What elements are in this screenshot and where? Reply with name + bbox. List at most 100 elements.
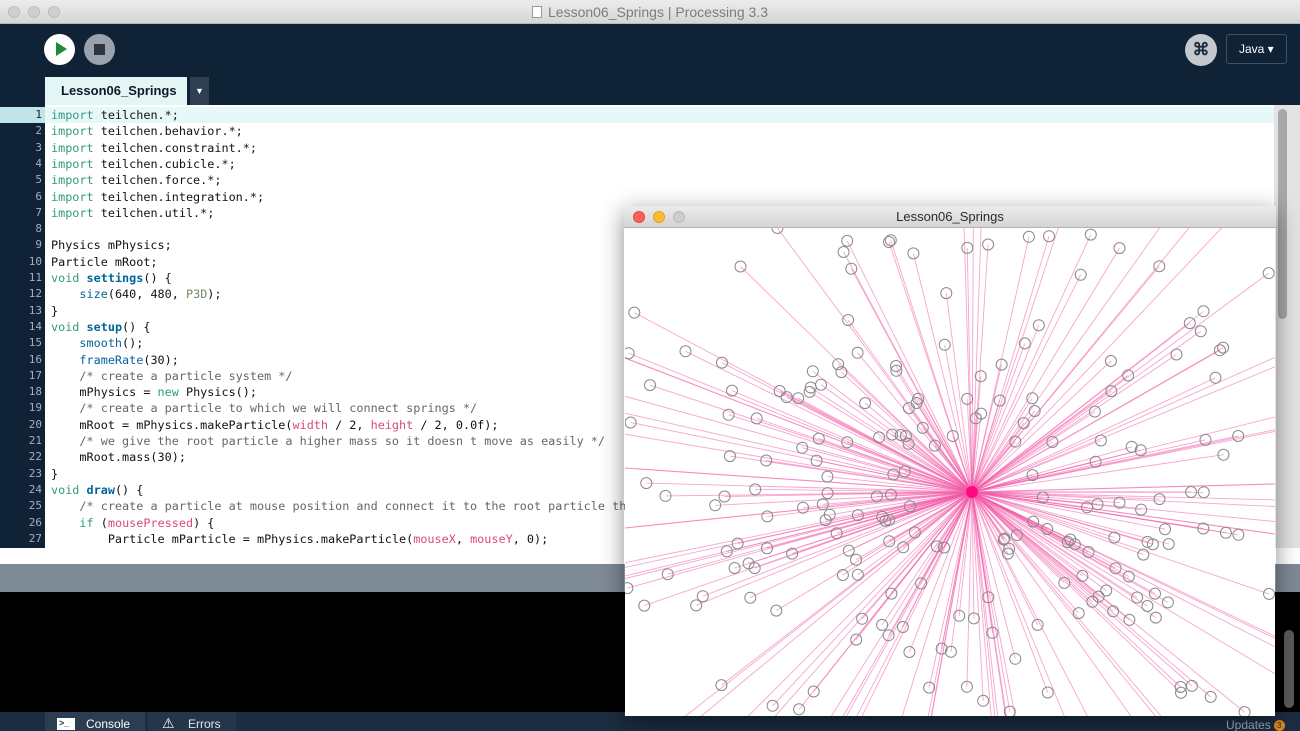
errors-tab-label: Errors: [188, 717, 221, 731]
spring-line: [971, 491, 1065, 716]
tab-lesson06-springs[interactable]: Lesson06_Springs: [45, 77, 187, 105]
sketch-title: Lesson06_Springs: [896, 209, 1004, 224]
stop-button[interactable]: [84, 34, 115, 65]
particle: [1185, 679, 1198, 692]
document-icon: [532, 6, 542, 18]
line-number: 6: [35, 189, 42, 203]
spring-line: [966, 491, 973, 687]
particle: [1058, 576, 1071, 589]
particle: [1149, 611, 1162, 624]
particle: [1123, 613, 1136, 626]
particle: [876, 618, 889, 631]
line-number: 11: [28, 271, 42, 284]
window-title: Lesson06_Springs | Processing 3.3: [548, 4, 768, 20]
line-number: 27: [28, 531, 42, 545]
mode-selector[interactable]: Java ▾: [1226, 34, 1287, 64]
particle: [1197, 305, 1210, 318]
root-particle: [966, 486, 978, 498]
line-number: 18: [28, 385, 42, 399]
spring-line: [846, 240, 973, 493]
errors-tab[interactable]: ⚠ Errors: [148, 712, 236, 731]
line-number: 12: [28, 287, 42, 301]
line-number: 19: [28, 401, 42, 415]
spring-line: [971, 347, 1224, 493]
code-line[interactable]: import teilchen.cubicle.*;: [45, 156, 1274, 172]
line-number-gutter: 1 2 3 4 5 6 7 8 9 10 11 12 13 14 15 16 17 18 19 20 21 22 23 24 2…: [0, 105, 45, 548]
sketch-titlebar[interactable]: Lesson06_Springs: [624, 206, 1276, 228]
sketch-window[interactable]: Lesson06_Springs: [624, 206, 1276, 716]
particle: [761, 510, 774, 523]
line-number: 23: [28, 466, 42, 480]
particle: [851, 346, 864, 359]
editor-scrollbar[interactable]: [1274, 105, 1300, 548]
debugger-button[interactable]: ⌘: [1185, 34, 1217, 66]
particle: [728, 562, 741, 574]
particle: [1153, 260, 1166, 273]
particle: [1194, 325, 1207, 338]
particle: [1108, 531, 1121, 544]
spring-line: [971, 322, 1191, 493]
particle: [1022, 230, 1035, 243]
line-number: 17: [28, 368, 42, 382]
window-titlebar[interactable]: Lesson06_Springs | Processing 3.3: [0, 0, 1300, 24]
line-number: 20: [28, 417, 42, 431]
particle: [1183, 317, 1196, 330]
particle: [1104, 355, 1117, 367]
particle: [638, 599, 651, 612]
updates-count-badge: 3: [1273, 720, 1285, 731]
line-number: 5: [35, 173, 42, 187]
line-number: 16: [28, 352, 42, 366]
particle: [1161, 596, 1174, 609]
spring-line: [971, 228, 1059, 493]
code-line[interactable]: import teilchen.integration.*;: [45, 189, 1274, 205]
line-number: 8: [35, 222, 42, 236]
spring-line: [774, 491, 973, 716]
line-number: 21: [28, 434, 42, 447]
spring-line: [901, 491, 973, 716]
code-line[interactable]: import teilchen.constraint.*;: [45, 140, 1274, 156]
particle: [882, 629, 895, 642]
editor-scrollbar-thumb[interactable]: [1278, 109, 1287, 319]
particle: [938, 338, 951, 351]
code-line[interactable]: import teilchen.*;: [45, 107, 1274, 123]
console-scrollbar[interactable]: [1284, 630, 1294, 708]
particle: [1084, 228, 1097, 241]
line-number: 26: [28, 515, 42, 529]
particle: [625, 416, 637, 429]
line-number: 7: [35, 205, 42, 219]
particle: [744, 591, 757, 604]
particle: [1263, 587, 1275, 600]
particle: [856, 612, 869, 625]
spring-line: [971, 356, 1275, 493]
line-number: 22: [28, 450, 42, 464]
particle: [806, 365, 819, 378]
console-icon: >_: [57, 718, 75, 730]
particle: [1043, 230, 1055, 243]
code-line[interactable]: import teilchen.behavior.*;: [45, 123, 1274, 139]
spring-line: [971, 274, 1082, 493]
line-number: 24: [28, 482, 42, 496]
code-line[interactable]: import teilchen.force.*;: [45, 172, 1274, 188]
particle: [1213, 344, 1226, 357]
toolbar: ⌘ Java ▾: [0, 24, 1300, 76]
window-title-wrap: Lesson06_Springs | Processing 3.3: [0, 4, 1300, 20]
particle: [696, 590, 709, 603]
line-number: 10: [28, 254, 42, 268]
spring-line: [971, 247, 1120, 493]
line-number: 2: [35, 124, 42, 138]
particle: [837, 246, 850, 258]
line-number: 4: [35, 156, 42, 170]
spring-line: [971, 236, 1050, 493]
particle: [679, 345, 692, 358]
warning-icon: ⚠: [162, 715, 175, 731]
springs-visualization[interactable]: [625, 228, 1275, 716]
particle: [1041, 686, 1054, 699]
sketch-canvas[interactable]: [625, 228, 1275, 716]
line-number: 25: [28, 499, 42, 513]
console-tab[interactable]: >_ Console: [45, 712, 145, 731]
run-button[interactable]: [44, 34, 75, 65]
particle: [766, 699, 779, 712]
line-number: 3: [35, 140, 42, 154]
line-number: 1: [0, 107, 45, 123]
tab-menu-button[interactable]: ▼: [190, 77, 209, 105]
